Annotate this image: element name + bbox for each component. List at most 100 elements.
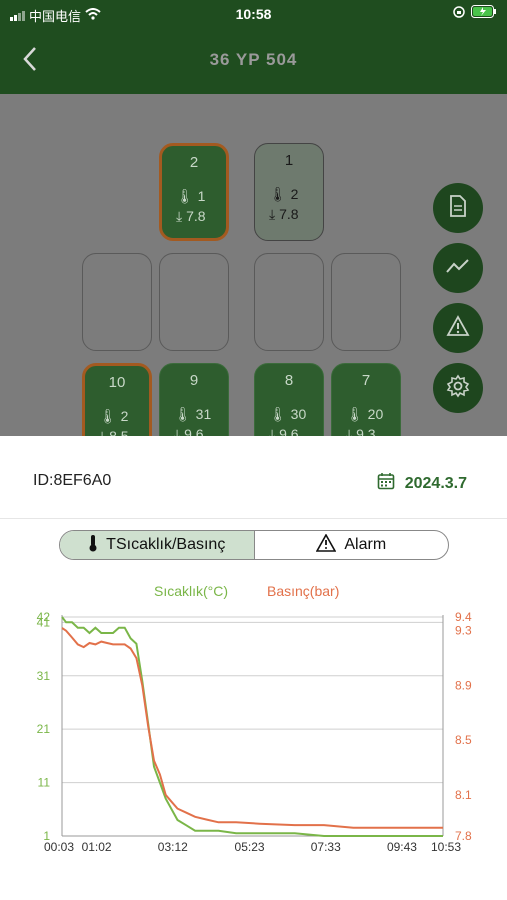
tire-pressure: ⤓ 9.3 — [346, 426, 376, 436]
calendar-icon — [377, 472, 395, 495]
pressure-icon: ⤓ — [174, 426, 181, 436]
thermometer-icon: 🌡 — [346, 406, 364, 422]
tire-temp-value: 31 — [195, 406, 212, 422]
tire-pressure: ⤓ 9.6 — [269, 426, 299, 436]
x-tick-label: 05:23 — [235, 840, 265, 854]
pressure-series-line — [61, 627, 443, 829]
tire-card[interactable]: 10 🌡 2 ⤓ 8.5 — [82, 363, 152, 436]
sensor-id: ID:8EF6A0 — [33, 472, 112, 489]
tire-slot-empty[interactable] — [331, 253, 401, 351]
settings-button[interactable] — [433, 363, 483, 413]
pressure-icon: ⤓ — [269, 206, 276, 222]
tire-number: 2 — [189, 154, 199, 171]
pressure-icon: ⤓ — [269, 426, 276, 436]
legend-pressure: Basınç(bar) — [267, 583, 340, 599]
pressure-icon: ⤓ — [99, 428, 106, 436]
warning-icon — [446, 314, 470, 342]
x-tick-label: 03:12 — [158, 840, 188, 854]
date-picker[interactable]: 2024.3.7 — [377, 472, 467, 495]
x-tick-label: 10:53 — [431, 840, 461, 854]
y-right-tick-label: 8.9 — [455, 678, 472, 692]
trend-button[interactable] — [433, 243, 483, 293]
sheet-header: ID:8EF6A0 2024.3.7 — [0, 436, 507, 519]
tire-pressure: ⤓ 7.8 — [176, 208, 206, 225]
tire-temp: 🌡 1 — [176, 188, 205, 205]
thermometer-icon — [88, 534, 98, 557]
tire-pressure-value: 9.6 — [279, 426, 299, 436]
tire-temp: 🌡 31 — [174, 406, 211, 423]
tire-card[interactable]: 2 🌡 1 ⤓ 7.8 — [159, 143, 229, 241]
y-left-tick-label: 1 — [43, 829, 50, 843]
y-right-tick-label: 8.5 — [455, 733, 472, 747]
status-bar: 中国电信 10:58 — [0, 0, 507, 28]
tire-temp: 🌡 20 — [346, 406, 383, 423]
status-time: 10:58 — [235, 6, 272, 22]
y-left-tick-label: 21 — [37, 722, 51, 736]
segmented-control: TSıcaklık/Basınç Alarm — [59, 530, 449, 560]
pressure-icon: ⤓ — [346, 426, 353, 436]
date-label: 2024.3.7 — [404, 474, 467, 492]
tire-slot-empty[interactable] — [82, 253, 152, 351]
tire-number: 1 — [284, 152, 294, 169]
report-button[interactable] — [433, 183, 483, 233]
warning-icon — [315, 532, 337, 557]
detail-sheet: ID:8EF6A0 2024.3.7 TSıcaklık/Basınç Alar… — [0, 436, 507, 900]
y-left-tick-label: 31 — [37, 669, 51, 683]
tab-temp-pressure[interactable]: TSıcaklık/Basınç — [60, 531, 255, 559]
y-left-tick-label: 41 — [37, 615, 51, 629]
nav-bar: 36 YP 504 — [0, 28, 507, 94]
tire-temp-value: 30 — [290, 406, 307, 422]
temp-series-line — [61, 616, 443, 837]
tire-card-selected[interactable]: 1 🌡 2 ⤓ 7.8 — [254, 143, 324, 241]
alarm-button[interactable] — [433, 303, 483, 353]
tire-layout-overlay[interactable]: 2 🌡 1 ⤓ 7.8 1 🌡 2 ⤓ 7.8 10 🌡 2 ⤓ 8.5 9 🌡… — [0, 94, 507, 436]
tire-card[interactable]: 8 🌡 30 ⤓ 9.6 — [254, 363, 324, 436]
x-tick-label: 00:03 — [44, 840, 74, 854]
x-tick-label: 07:33 — [311, 840, 341, 854]
page-title: 36 YP 504 — [209, 50, 298, 69]
tab-label: Alarm — [344, 536, 387, 553]
tire-pressure-value: 9.3 — [356, 426, 376, 436]
tire-slot-empty[interactable] — [159, 253, 229, 351]
y-left-tick-label: 11 — [38, 776, 51, 790]
battery-icon — [471, 5, 497, 21]
tire-slot-empty[interactable] — [254, 253, 324, 351]
y-right-tick-label: 7.8 — [455, 829, 472, 843]
tire-number: 10 — [108, 374, 126, 391]
tire-temp: 🌡 30 — [269, 406, 306, 423]
tire-temp: 🌡 2 — [99, 408, 128, 425]
tire-pressure: ⤓ 9.6 — [174, 426, 204, 436]
x-tick-label: 01:02 — [82, 840, 112, 854]
gear-icon — [446, 374, 470, 403]
status-right — [453, 5, 497, 21]
tire-pressure-value: 9.6 — [184, 426, 204, 436]
tab-label: TSıcaklık/Basınç — [106, 536, 226, 553]
thermometer-icon: 🌡 — [99, 408, 117, 424]
thermometer-icon: 🌡 — [176, 188, 194, 204]
document-icon — [448, 194, 468, 222]
legend-temp: Sıcaklık(°C) — [154, 583, 229, 599]
y-left-tick-label: 42 — [37, 610, 51, 624]
trend-chart-icon — [446, 258, 470, 279]
tire-temp-value: 2 — [120, 408, 129, 424]
tire-temp: 🌡 2 — [269, 186, 298, 203]
thermometer-icon: 🌡 — [269, 186, 287, 202]
tire-pressure-value: 7.8 — [186, 208, 206, 224]
y-right-tick-label: 8.1 — [455, 788, 472, 802]
tire-number: 7 — [361, 372, 371, 389]
tire-pressure: ⤓ 7.8 — [269, 206, 299, 223]
x-tick-label: 09:43 — [387, 840, 417, 854]
tire-pressure-value: 7.8 — [279, 206, 299, 222]
y-right-tick-label: 9.3 — [455, 624, 472, 638]
tab-alarm[interactable]: Alarm — [255, 531, 449, 559]
tire-card[interactable]: 9 🌡 31 ⤓ 9.6 — [159, 363, 229, 436]
thermometer-icon: 🌡 — [174, 406, 192, 422]
tire-number: 9 — [189, 372, 199, 389]
tire-pressure-value: 8.5 — [109, 428, 129, 436]
tire-temp-value: 20 — [367, 406, 384, 422]
thermometer-icon: 🌡 — [269, 406, 287, 422]
tire-temp-value: 2 — [290, 186, 299, 202]
tire-card[interactable]: 7 🌡 20 ⤓ 9.3 — [331, 363, 401, 436]
pressure-icon: ⤓ — [176, 208, 183, 224]
y-right-tick-label: 9.4 — [455, 610, 472, 624]
